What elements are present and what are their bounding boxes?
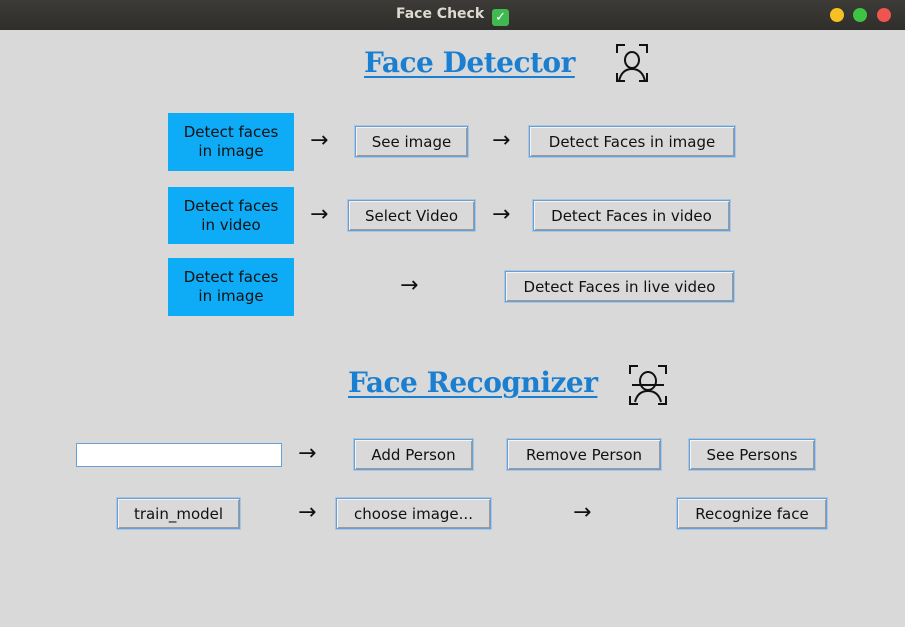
arrow-icon: → (573, 500, 592, 525)
select-video-button[interactable]: Select Video (348, 200, 475, 231)
label-line: Detect faces (183, 196, 279, 215)
label-line: in image (198, 287, 264, 305)
arrow-icon: → (310, 202, 329, 227)
close-button[interactable] (877, 8, 891, 22)
arrow-icon: → (492, 128, 511, 153)
face-scan-icon (614, 42, 650, 88)
arrow-icon: → (298, 500, 317, 525)
arrow-icon: → (310, 128, 329, 153)
face-recognition-icon (628, 364, 668, 410)
minimize-button[interactable] (830, 8, 844, 22)
train-model-button[interactable]: train_model (117, 498, 240, 529)
remove-person-button[interactable]: Remove Person (507, 439, 661, 470)
label-line: in video (201, 215, 261, 234)
detect-faces-live-button[interactable]: Detect Faces in live video (505, 271, 734, 302)
label-line: Detect faces (183, 268, 279, 286)
detect-image-label: Detect faces in image (168, 113, 294, 171)
recognizer-heading: Face Recognizer (348, 366, 598, 399)
detector-heading: Face Detector (364, 46, 575, 79)
see-image-button[interactable]: See image (355, 126, 468, 157)
window-title: Face Check (395, 6, 485, 22)
check-mark-icon: ✓ (492, 9, 510, 26)
choose-image-button[interactable]: choose image... (336, 498, 491, 529)
detect-faces-video-button[interactable]: Detect Faces in video (533, 200, 730, 231)
arrow-icon: → (492, 202, 511, 227)
label-line: in image (198, 142, 264, 160)
detect-faces-image-button[interactable]: Detect Faces in image (529, 126, 735, 157)
add-person-button[interactable]: Add Person (354, 439, 473, 470)
arrow-icon: → (298, 441, 317, 466)
detect-live-label: Detect faces in image (168, 258, 294, 316)
maximize-button[interactable] (853, 8, 867, 22)
arrow-icon: → (400, 273, 419, 298)
person-name-input[interactable] (76, 443, 282, 467)
app-window: Face Check ✓ Face Detector Detect faces … (0, 0, 905, 627)
label-line: Detect faces (183, 123, 279, 141)
see-persons-button[interactable]: See Persons (689, 439, 815, 470)
title-bar: Face Check ✓ (0, 0, 905, 30)
recognize-face-button[interactable]: Recognize face (677, 498, 827, 529)
detect-video-label: Detect faces in video (168, 187, 294, 244)
